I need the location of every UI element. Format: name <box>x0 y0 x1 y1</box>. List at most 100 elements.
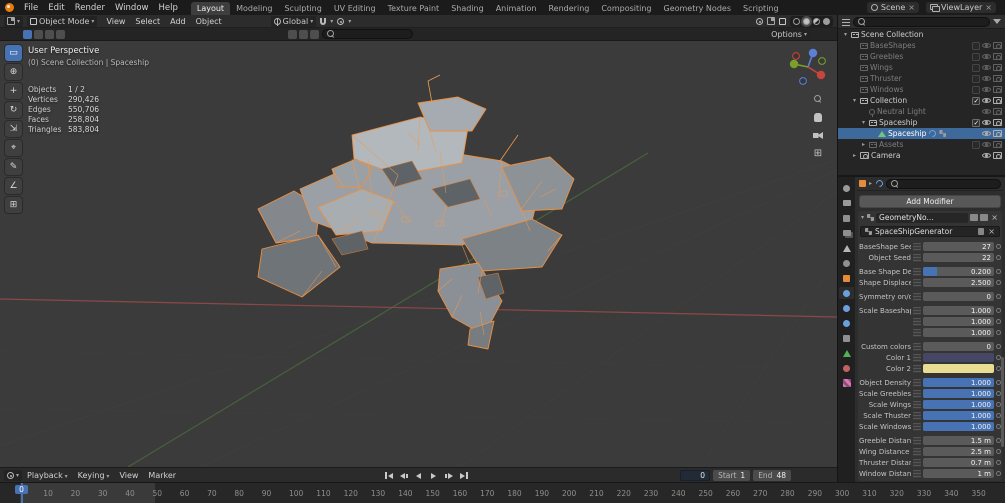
menu-window[interactable]: Window <box>110 2 154 14</box>
workspace-tab-modeling[interactable]: Modeling <box>230 2 278 15</box>
attribute-toggle-icon[interactable] <box>913 458 921 467</box>
outliner-row-camera[interactable]: ▸ Camera <box>838 150 1005 161</box>
value-slider[interactable]: 0.7 m <box>923 458 994 467</box>
outliner-row-spaceship[interactable]: ▾ Spaceship <box>838 117 1005 128</box>
attribute-toggle-icon[interactable] <box>913 306 921 315</box>
header-icon[interactable] <box>310 29 319 39</box>
annotate-tool[interactable]: ✎ <box>5 159 22 175</box>
value-slider[interactable]: 0 <box>923 292 994 301</box>
checkbox-checked-icon[interactable] <box>972 96 980 105</box>
attribute-toggle-icon[interactable] <box>913 400 921 409</box>
zoom-icon[interactable] <box>814 95 822 103</box>
tool-properties-tab[interactable] <box>839 182 854 194</box>
checkbox-icon[interactable] <box>972 74 980 83</box>
workspace-tab-texture-paint[interactable]: Texture Paint <box>382 2 446 15</box>
rendered-shading-icon[interactable] <box>823 17 830 25</box>
view-layer-properties-tab[interactable] <box>839 227 854 239</box>
rotate-tool[interactable]: ↻ <box>5 102 22 118</box>
checkbox-icon[interactable] <box>972 140 980 149</box>
outliner-row-neutral-light[interactable]: Neutral Light <box>838 106 1005 117</box>
disable-in-render-icon[interactable] <box>993 86 1002 93</box>
add-modifier-button[interactable]: Add Modifier <box>859 195 1001 208</box>
hide-in-viewport-icon[interactable] <box>982 140 991 149</box>
workspace-tab-animation[interactable]: Animation <box>490 2 543 15</box>
properties-search-input[interactable] <box>902 179 996 188</box>
value-slider[interactable]: 1 m <box>923 469 994 478</box>
value-slider[interactable]: 1.5 m <box>923 436 994 445</box>
proportional-options-chevron-icon[interactable]: ▾ <box>348 18 351 25</box>
attribute-toggle-icon[interactable] <box>913 267 921 276</box>
navigation-gizmo[interactable] <box>787 45 829 89</box>
hide-in-viewport-icon[interactable] <box>982 63 991 72</box>
transform-tool[interactable]: ⌖ <box>5 140 22 156</box>
workspace-tab-shading[interactable]: Shading <box>445 2 490 15</box>
select-box-tool[interactable]: ▭ <box>5 45 22 61</box>
unlink-scene-icon[interactable]: × <box>908 3 915 12</box>
modifier-name-field[interactable]: GeometryNo... <box>876 212 969 223</box>
value-slider[interactable]: 22 <box>923 253 994 262</box>
texture-properties-tab[interactable] <box>839 377 854 389</box>
object-properties-tab[interactable] <box>839 272 854 284</box>
jump-start-button[interactable] <box>382 470 395 481</box>
object-breadcrumb-icon[interactable] <box>859 180 866 187</box>
timeline-editor-type-button[interactable]: ▾ <box>4 469 23 481</box>
attribute-toggle-icon[interactable] <box>913 364 921 373</box>
modifier-properties-tab[interactable] <box>839 287 854 299</box>
toggle-xray-icon[interactable] <box>779 17 786 25</box>
value-slider[interactable]: 1.000 <box>923 389 994 398</box>
disable-in-render-icon[interactable] <box>993 64 1002 71</box>
outliner-row-spaceship[interactable]: Spaceship <box>838 128 1005 139</box>
constraints-properties-tab[interactable] <box>839 332 854 344</box>
attribute-toggle-icon[interactable] <box>913 278 921 287</box>
disable-in-render-icon[interactable] <box>993 42 1002 49</box>
value-slider[interactable]: 2.5 m <box>923 447 994 456</box>
start-frame-field[interactable]: Start 1 <box>713 469 751 481</box>
jump-end-button[interactable] <box>457 470 470 481</box>
menu-object[interactable]: Object <box>191 17 227 26</box>
show-overlays-icon[interactable] <box>767 17 775 25</box>
menu-marker[interactable]: Marker <box>143 471 181 480</box>
workspace-tab-geometry-nodes[interactable]: Geometry Nodes <box>658 2 737 15</box>
attribute-toggle-icon[interactable] <box>913 353 921 362</box>
panel-disclosure-icon[interactable]: ▾ <box>861 214 864 221</box>
outliner-row-greebles[interactable]: Greebles <box>838 51 1005 62</box>
outliner-search-box[interactable] <box>853 16 990 27</box>
workspace-tab-layout[interactable]: Layout <box>190 2 231 15</box>
particles-properties-tab[interactable] <box>839 302 854 314</box>
menu-view[interactable]: View <box>114 471 143 480</box>
camera-view-icon[interactable] <box>813 132 823 139</box>
proportional-editing-icon[interactable] <box>337 17 345 25</box>
menu-keying[interactable]: Keying ▾ <box>73 471 115 480</box>
scale-tool[interactable]: ⇲ <box>5 121 22 137</box>
hide-in-viewport-icon[interactable] <box>982 85 991 94</box>
mode-selector[interactable]: Object Mode ▾ <box>27 15 98 27</box>
value-slider[interactable]: 1.000 <box>923 422 994 431</box>
disclosure-triangle-icon[interactable]: ▾ <box>860 119 867 126</box>
select-mode-extend-icon[interactable] <box>34 29 43 39</box>
menu-view[interactable]: View <box>101 17 130 26</box>
color-swatch[interactable] <box>923 353 994 362</box>
fake-user-shield-icon[interactable] <box>978 228 985 235</box>
material-preview-icon[interactable] <box>813 17 820 25</box>
output-properties-tab[interactable] <box>839 212 854 224</box>
workspace-tab-compositing[interactable]: Compositing <box>595 2 657 15</box>
material-properties-tab[interactable] <box>839 362 854 374</box>
physics-properties-tab[interactable] <box>839 317 854 329</box>
remove-modifier-icon[interactable]: × <box>990 213 999 222</box>
disable-in-render-icon[interactable] <box>993 108 1002 115</box>
options-dropdown[interactable]: Options ▾ <box>768 28 810 40</box>
scene-properties-tab[interactable] <box>839 242 854 254</box>
checkbox-icon[interactable] <box>972 85 980 94</box>
timeline-ruler[interactable]: 10 20 30 40 50 60 70 80 90 100 110 120 130 140 150 160 1… <box>0 482 1005 503</box>
3d-viewport[interactable]: ▭ ⊕ + ↻ ⇲ ⌖ ✎ ∠ ⊞ User Perspective (0) Scene Col… <box>0 41 837 467</box>
hide-in-viewport-icon[interactable] <box>982 96 991 105</box>
menu-playback[interactable]: Playback ▾ <box>22 471 73 480</box>
checkbox-icon[interactable] <box>972 63 980 72</box>
menu-help[interactable]: Help <box>153 2 182 14</box>
outliner-row-baseshapes[interactable]: BaseShapes <box>838 40 1005 51</box>
wireframe-shading-icon[interactable] <box>793 17 800 25</box>
hide-in-viewport-icon[interactable] <box>982 52 991 61</box>
display-edit-mode-icon[interactable] <box>970 214 979 221</box>
unlink-node-group-icon[interactable]: × <box>987 227 996 236</box>
disable-in-render-icon[interactable] <box>993 53 1002 60</box>
